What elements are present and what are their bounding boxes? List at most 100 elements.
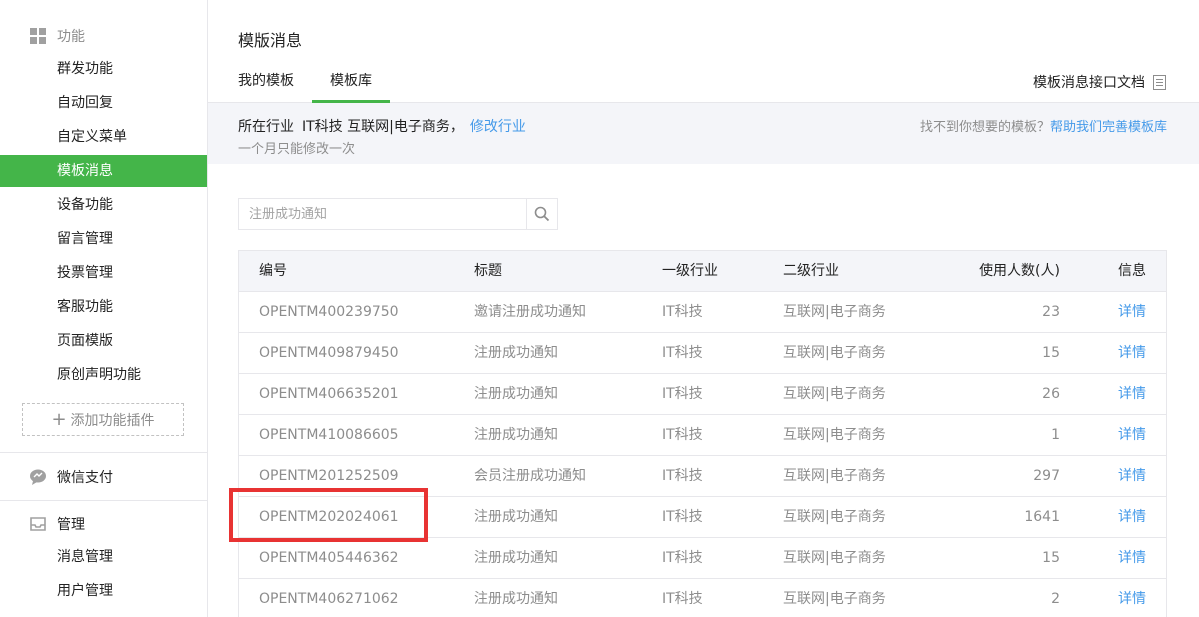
cell-title: 注册成功通知: [474, 427, 558, 443]
table-row: OPENTM409879450 注册成功通知 IT科技 互联网|电子商务 15 …: [239, 333, 1166, 374]
sidebar-divider: [0, 452, 207, 453]
table-row: OPENTM410086605 注册成功通知 IT科技 互联网|电子商务 1 详…: [239, 415, 1166, 456]
industry-bar: 所在行业 IT科技 互联网|电子商务， 修改行业 一个月只能修改一次 找不到你想要的…: [208, 103, 1199, 164]
cell-industry1: IT科技: [662, 304, 703, 320]
section-manage: 管理: [0, 509, 207, 539]
sidebar-item-user-manage[interactable]: 用户管理: [0, 575, 207, 607]
table-row: OPENTM406635201 注册成功通知 IT科技 互联网|电子商务 26 …: [239, 374, 1166, 415]
header-industry1: 一级行业: [662, 263, 718, 279]
highlight-annotation-box: [229, 488, 428, 542]
sidebar: 功能 群发功能 自动回复 自定义菜单 模板消息 设备功能 留言管理 投票管理 客…: [0, 0, 208, 617]
cell-industry1: IT科技: [662, 550, 703, 566]
sidebar-item-page-template[interactable]: 页面模版: [0, 325, 207, 357]
sidebar-item-comments[interactable]: 留言管理: [0, 223, 207, 255]
plus-icon: +: [51, 408, 67, 430]
edit-industry-link[interactable]: 修改行业: [470, 119, 526, 135]
details-link[interactable]: 详情: [1118, 374, 1146, 414]
cell-industry2: 互联网|电子商务: [783, 509, 886, 525]
cell-industry2: 互联网|电子商务: [783, 386, 886, 402]
cell-title: 注册成功通知: [474, 550, 558, 566]
grid-icon: [29, 27, 47, 45]
help-text: 找不到你想要的模板？: [919, 120, 1050, 135]
table-row: OPENTM406271062 注册成功通知 IT科技 互联网|电子商务 2 详…: [239, 579, 1166, 617]
cell-user-count: 1641: [1024, 509, 1060, 525]
sidebar-item-customer-service[interactable]: 客服功能: [0, 291, 207, 323]
cell-title: 注册成功通知: [474, 509, 558, 525]
cell-industry2: 互联网|电子商务: [783, 345, 886, 361]
industry-note: 一个月只能修改一次: [238, 142, 356, 157]
cell-id: OPENTM405446362: [259, 550, 399, 566]
cell-user-count: 1: [1051, 427, 1060, 443]
sidebar-item-auto-reply[interactable]: 自动回复: [0, 87, 207, 119]
details-link[interactable]: 详情: [1118, 579, 1146, 617]
help-improve-link[interactable]: 帮助我们完善模板库: [1050, 120, 1167, 135]
cell-industry2: 互联网|电子商务: [783, 591, 886, 607]
section-functions-label: 功能: [57, 29, 85, 45]
tab-my-templates[interactable]: 我的模板: [238, 62, 294, 103]
industry-value: IT科技 互联网|电子商务，: [302, 119, 464, 135]
cell-id: OPENTM410086605: [259, 427, 399, 443]
cell-industry1: IT科技: [662, 591, 703, 607]
sidebar-item-original-declaration[interactable]: 原创声明功能: [0, 359, 207, 391]
details-link[interactable]: 详情: [1118, 456, 1146, 496]
section-wechat-pay-label: 微信支付: [57, 470, 113, 486]
cell-industry1: IT科技: [662, 509, 703, 525]
cell-id: OPENTM400239750: [259, 304, 399, 320]
cell-user-count: 15: [1042, 345, 1060, 361]
page-title: 模版消息: [238, 31, 303, 50]
details-link[interactable]: 详情: [1118, 415, 1146, 455]
header-info: 信息: [1118, 263, 1146, 279]
template-table: 编号 标题 一级行业 二级行业 使用人数(人) 信息 OPENTM4002397…: [238, 250, 1167, 617]
cell-user-count: 297: [1033, 468, 1060, 484]
header-title: 标题: [474, 263, 502, 279]
header-industry2: 二级行业: [783, 263, 839, 279]
cell-industry2: 互联网|电子商务: [783, 550, 886, 566]
details-link[interactable]: 详情: [1118, 292, 1146, 332]
cell-title: 注册成功通知: [474, 591, 558, 607]
cell-industry2: 互联网|电子商务: [783, 468, 886, 484]
add-plugin-label: 添加功能插件: [70, 412, 155, 429]
industry-info: 所在行业 IT科技 互联网|电子商务， 修改行业: [238, 116, 526, 136]
details-link[interactable]: 详情: [1118, 497, 1146, 537]
sidebar-item-template-message[interactable]: 模板消息: [0, 155, 207, 187]
industry-prefix: 所在行业: [238, 119, 294, 135]
sidebar-item-custom-menu[interactable]: 自定义菜单: [0, 121, 207, 153]
section-functions: 功能: [0, 21, 207, 51]
section-wechat-pay[interactable]: 微信支付: [0, 462, 207, 492]
document-icon: [1153, 74, 1166, 90]
cell-user-count: 26: [1042, 386, 1060, 402]
sidebar-item-mass-send[interactable]: 群发功能: [0, 53, 207, 85]
cell-industry1: IT科技: [662, 468, 703, 484]
cell-user-count: 15: [1042, 550, 1060, 566]
cell-id: OPENTM406635201: [259, 386, 399, 402]
chat-bubble-icon: [29, 468, 47, 486]
search-input[interactable]: [239, 199, 526, 229]
sidebar-item-vote[interactable]: 投票管理: [0, 257, 207, 289]
cell-title: 注册成功通知: [474, 386, 558, 402]
api-doc-link[interactable]: 模板消息接口文档: [1033, 72, 1166, 92]
tab-template-library[interactable]: 模板库: [312, 62, 390, 103]
cell-id: OPENTM406271062: [259, 591, 399, 607]
header-id: 编号: [259, 263, 287, 279]
api-doc-label: 模板消息接口文档: [1033, 75, 1145, 91]
table-row: OPENTM405446362 注册成功通知 IT科技 互联网|电子商务 15 …: [239, 538, 1166, 579]
search-box: [238, 198, 558, 230]
cell-user-count: 2: [1051, 591, 1060, 607]
add-plugin-button[interactable]: + 添加功能插件: [22, 403, 184, 436]
cell-industry1: IT科技: [662, 386, 703, 402]
details-link[interactable]: 详情: [1118, 538, 1146, 578]
search-button[interactable]: [526, 199, 557, 229]
cell-industry2: 互联网|电子商务: [783, 427, 886, 443]
header-user-count: 使用人数(人): [979, 263, 1060, 279]
sidebar-item-device[interactable]: 设备功能: [0, 189, 207, 221]
cell-industry2: 互联网|电子商务: [783, 304, 886, 320]
table-header: 编号 标题 一级行业 二级行业 使用人数(人) 信息: [239, 251, 1166, 292]
help-info: 找不到你想要的模板？帮助我们完善模板库: [920, 116, 1167, 135]
section-manage-label: 管理: [57, 517, 85, 533]
cell-title: 邀请注册成功通知: [474, 304, 586, 320]
sidebar-item-message-manage[interactable]: 消息管理: [0, 541, 207, 573]
details-link[interactable]: 详情: [1118, 333, 1146, 373]
sidebar-divider: [0, 500, 207, 501]
table-row: OPENTM400239750 邀请注册成功通知 IT科技 互联网|电子商务 2…: [239, 292, 1166, 333]
cell-industry1: IT科技: [662, 427, 703, 443]
